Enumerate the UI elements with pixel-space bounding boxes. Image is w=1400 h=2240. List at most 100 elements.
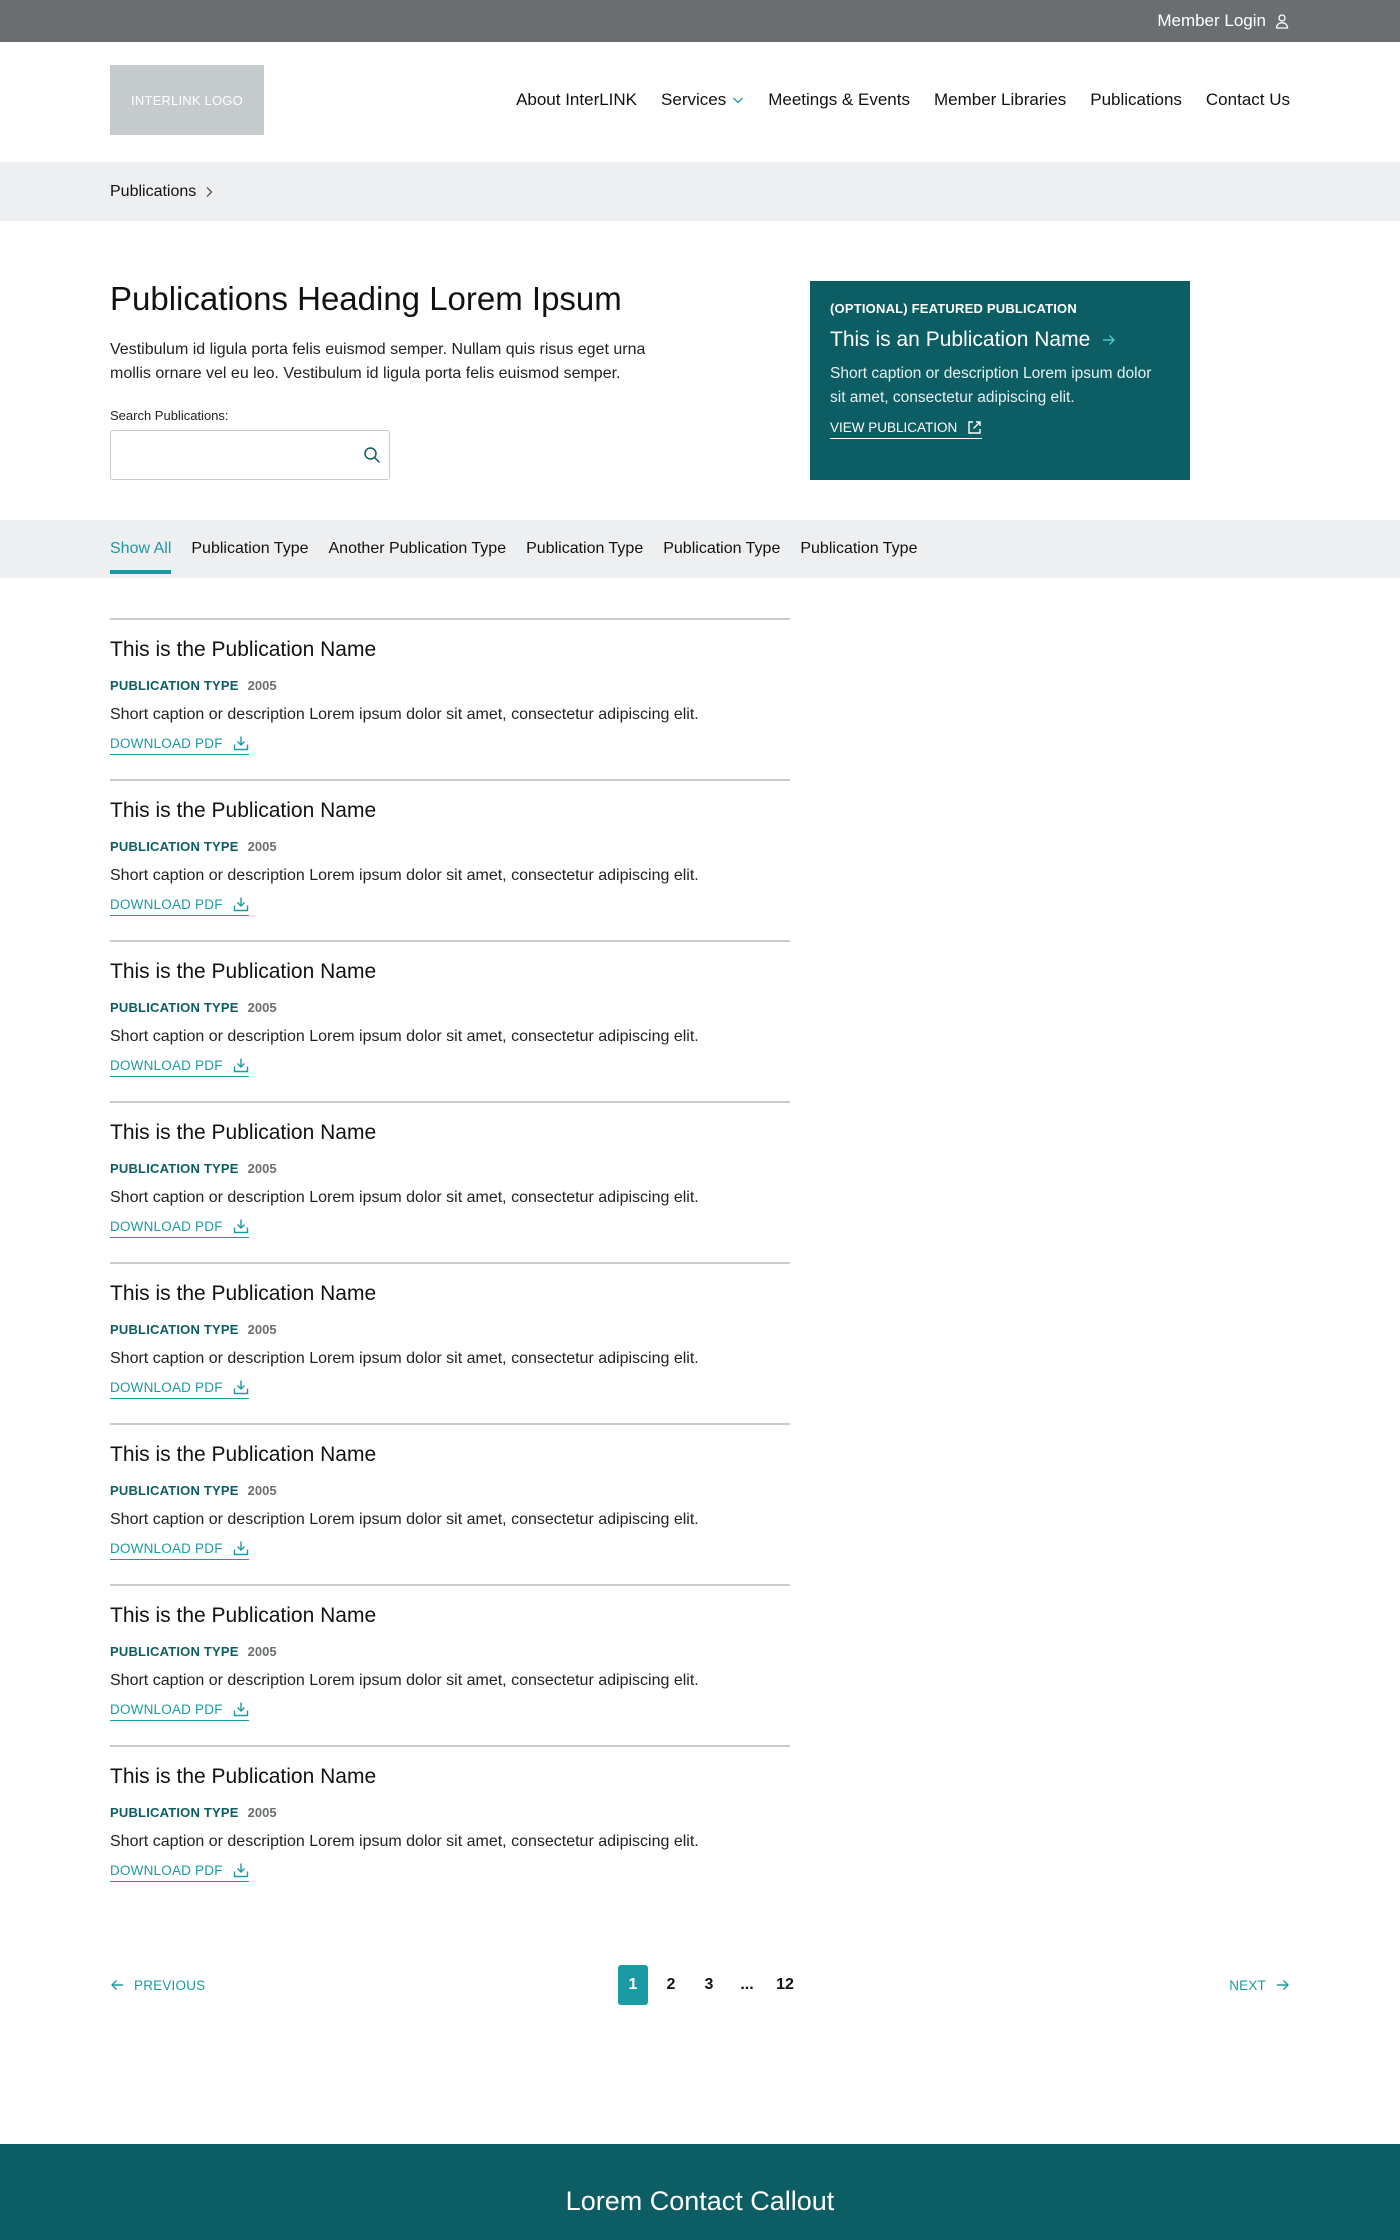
publication-year: 2005 xyxy=(247,1000,277,1015)
download-pdf-label: DOWNLOAD PDF xyxy=(110,1218,223,1234)
chevron-down-icon xyxy=(733,97,744,104)
publication-title[interactable]: This is the Publication Name xyxy=(110,799,376,823)
list-item: This is the Publication Name PUBLICATION… xyxy=(110,1584,790,1745)
publication-meta: PUBLICATION TYPE 2005 xyxy=(110,1805,277,1820)
download-pdf-label: DOWNLOAD PDF xyxy=(110,735,223,751)
publication-title[interactable]: This is the Publication Name xyxy=(110,1604,376,1628)
nav-item-publications[interactable]: Publications xyxy=(1090,90,1182,110)
publication-description: Short caption or description Lorem ipsum… xyxy=(110,706,699,723)
download-pdf-link[interactable]: DOWNLOAD PDF xyxy=(110,1057,249,1077)
next-page-button[interactable]: NEXT xyxy=(1229,1965,1290,2005)
list-item: This is the Publication Name PUBLICATION… xyxy=(110,618,790,779)
view-publication-link[interactable]: VIEW PUBLICATION xyxy=(830,420,983,439)
nav-item-services[interactable]: Services xyxy=(661,90,744,110)
breadcrumb-item-publications[interactable]: Publications xyxy=(110,183,196,201)
filter-tabs: Show All Publication Type Another Public… xyxy=(110,520,937,578)
download-icon xyxy=(233,1219,248,1234)
publication-title[interactable]: This is the Publication Name xyxy=(110,960,376,984)
filter-tab-show-all[interactable]: Show All xyxy=(110,520,172,578)
breadcrumb-bar: Publications xyxy=(0,162,1400,221)
nav-item-label: About InterLINK xyxy=(516,90,638,109)
publication-type: PUBLICATION TYPE xyxy=(110,839,239,854)
previous-label: PREVIOUS xyxy=(134,1977,206,1993)
page-button-current[interactable]: 1 xyxy=(618,1965,648,2005)
publication-type: PUBLICATION TYPE xyxy=(110,1322,239,1337)
publication-description: Short caption or description Lorem ipsum… xyxy=(110,1672,699,1689)
filter-tab-another-publication-type[interactable]: Another Publication Type xyxy=(329,520,507,578)
download-icon xyxy=(233,736,248,751)
filter-tab-publication-type[interactable]: Publication Type xyxy=(526,520,643,578)
site-header: INTERLINK LOGO About InterLINK Services … xyxy=(0,42,1400,162)
page-button[interactable]: 2 xyxy=(656,1965,686,2005)
download-icon xyxy=(233,1380,248,1395)
publication-type: PUBLICATION TYPE xyxy=(110,1483,239,1498)
download-pdf-link[interactable]: DOWNLOAD PDF xyxy=(110,1379,249,1399)
download-pdf-label: DOWNLOAD PDF xyxy=(110,1701,223,1717)
site-logo[interactable]: INTERLINK LOGO xyxy=(110,65,264,135)
filter-tab-publication-type[interactable]: Publication Type xyxy=(800,520,917,578)
list-item: This is the Publication Name PUBLICATION… xyxy=(110,940,790,1101)
breadcrumb[interactable]: Publications xyxy=(110,162,214,221)
publication-title[interactable]: This is the Publication Name xyxy=(110,1443,376,1467)
user-icon xyxy=(1275,14,1289,29)
search-label: Search Publications: xyxy=(110,408,229,423)
publication-type: PUBLICATION TYPE xyxy=(110,1644,239,1659)
pagination: PREVIOUS 1 2 3 ... 12 NEXT xyxy=(110,1965,1290,2005)
publication-title[interactable]: This is the Publication Name xyxy=(110,1121,376,1145)
view-publication-label: VIEW PUBLICATION xyxy=(830,420,958,435)
publication-meta: PUBLICATION TYPE 2005 xyxy=(110,1483,277,1498)
featured-title-link[interactable]: This is an Publication Name xyxy=(830,328,1170,352)
previous-page-button[interactable]: PREVIOUS xyxy=(110,1965,205,2005)
publication-type: PUBLICATION TYPE xyxy=(110,678,239,693)
arrow-right-icon xyxy=(1277,1980,1289,1990)
download-pdf-link[interactable]: DOWNLOAD PDF xyxy=(110,1540,249,1560)
nav-item-label: Member Libraries xyxy=(933,90,1067,109)
download-pdf-link[interactable]: DOWNLOAD PDF xyxy=(110,1218,249,1238)
nav-item-about[interactable]: About InterLINK xyxy=(516,90,637,110)
download-icon xyxy=(233,1863,248,1878)
download-pdf-label: DOWNLOAD PDF xyxy=(110,1862,223,1878)
contact-callout: Lorem Contact Callout xyxy=(0,2144,1400,2240)
download-pdf-label: DOWNLOAD PDF xyxy=(110,1379,223,1395)
page-title: Publications Heading Lorem Ipsum xyxy=(110,280,622,317)
search-input[interactable] xyxy=(111,431,341,479)
nav-item-meetings-events[interactable]: Meetings & Events xyxy=(768,90,910,110)
download-icon xyxy=(233,1541,248,1556)
search-icon[interactable] xyxy=(363,446,381,464)
next-label: NEXT xyxy=(1229,1977,1266,1993)
download-pdf-link[interactable]: DOWNLOAD PDF xyxy=(110,896,249,916)
publication-meta: PUBLICATION TYPE 2005 xyxy=(110,1644,277,1659)
publication-meta: PUBLICATION TYPE 2005 xyxy=(110,839,277,854)
chevron-right-icon xyxy=(206,186,213,197)
page-button[interactable]: 3 xyxy=(694,1965,724,2005)
filter-tab-publication-type[interactable]: Publication Type xyxy=(663,520,780,578)
publication-title[interactable]: This is the Publication Name xyxy=(110,1282,376,1306)
publication-year: 2005 xyxy=(247,1322,277,1337)
nav-item-contact-us[interactable]: Contact Us xyxy=(1206,90,1290,110)
member-login-link[interactable]: Member Login xyxy=(1157,0,1290,42)
nav-item-member-libraries[interactable]: Member Libraries xyxy=(934,90,1066,110)
featured-description: Short caption or description Lorem ipsum… xyxy=(830,365,1152,406)
download-pdf-link[interactable]: DOWNLOAD PDF xyxy=(110,735,249,755)
publication-meta: PUBLICATION TYPE 2005 xyxy=(110,1161,277,1176)
main-nav: About InterLINK Services Meetings & Even… xyxy=(492,84,1290,116)
publication-title[interactable]: This is the Publication Name xyxy=(110,638,376,662)
search-box xyxy=(110,430,390,480)
download-pdf-link[interactable]: DOWNLOAD PDF xyxy=(110,1862,249,1882)
filter-tab-publication-type[interactable]: Publication Type xyxy=(191,520,308,578)
page-numbers: 1 2 3 ... 12 xyxy=(618,1965,800,2005)
list-item: This is the Publication Name PUBLICATION… xyxy=(110,1423,790,1584)
featured-publication-card: (OPTIONAL) FEATURED PUBLICATION This is … xyxy=(810,281,1190,480)
download-pdf-label: DOWNLOAD PDF xyxy=(110,1057,223,1073)
download-pdf-link[interactable]: DOWNLOAD PDF xyxy=(110,1701,249,1721)
page-button-last[interactable]: 12 xyxy=(770,1965,800,2005)
arrow-left-icon xyxy=(111,1980,123,1990)
publication-description: Short caption or description Lorem ipsum… xyxy=(110,1189,699,1206)
contact-callout-title: Lorem Contact Callout xyxy=(565,2186,835,2216)
publication-title[interactable]: This is the Publication Name xyxy=(110,1765,376,1789)
logo-text: INTERLINK LOGO xyxy=(131,92,243,108)
publication-year: 2005 xyxy=(247,1644,277,1659)
download-icon xyxy=(233,1058,248,1073)
publication-year: 2005 xyxy=(247,1483,277,1498)
list-item: This is the Publication Name PUBLICATION… xyxy=(110,1101,790,1262)
